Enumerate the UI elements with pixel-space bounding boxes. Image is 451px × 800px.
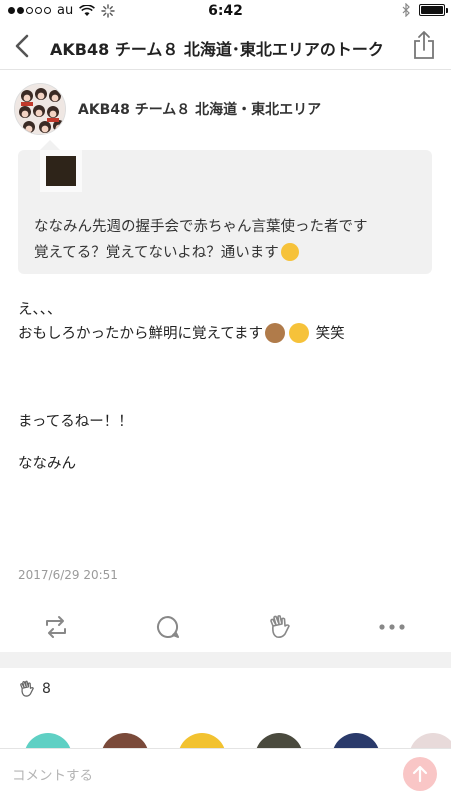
quote-tail: [40, 140, 60, 150]
quoted-message: ななみん先週の握手会で赤ちゃん言葉使った者です 覚えてる？覚えてないよね？通いま…: [18, 150, 432, 274]
reaction-count[interactable]: 8: [18, 680, 51, 698]
see-no-evil-monkey-emoji-icon: [265, 323, 286, 343]
clap-icon: [20, 680, 34, 697]
quote-line: 覚えてる？覚えてないよね？通います: [34, 240, 422, 266]
post-timestamp: 2017/6/29 20:51: [18, 568, 118, 582]
quote-text: ななみん先週の握手会で赤ちゃん言葉使った者です 覚えてる？覚えてないよね？通いま…: [34, 214, 422, 266]
quote-line: ななみん先週の握手会で赤ちゃん言葉使った者です: [34, 219, 368, 235]
more-icon: [379, 624, 405, 630]
share-icon: [414, 31, 434, 59]
body-line-text: おもしろかったから鮮明に覚えてます: [18, 326, 264, 342]
comment-icon: [157, 616, 179, 638]
comment-bar: コメントする: [0, 748, 451, 800]
send-button[interactable]: [403, 757, 437, 791]
share-button[interactable]: [411, 30, 437, 60]
post-header[interactable]: AKB48 チーム８ 北海道・東北エリア: [14, 82, 321, 136]
repost-button[interactable]: [42, 613, 70, 641]
body-line: ななみん: [18, 456, 76, 472]
action-bar: [0, 605, 451, 647]
bluetooth-icon: [402, 3, 410, 17]
author-name[interactable]: AKB48 チーム８ 北海道・東北エリア: [78, 99, 321, 119]
section-separator: [0, 652, 451, 668]
battery-icon: [419, 4, 448, 16]
group-photo-icon: [15, 84, 65, 134]
nav-bar: AKB48 チーム８ 北海道･東北エリアのトーク: [0, 22, 451, 70]
arrow-up-icon: [412, 765, 428, 783]
clap-icon: [270, 615, 290, 638]
kiss-face-emoji-icon: [280, 243, 299, 261]
clap-button[interactable]: [266, 613, 294, 641]
page-title: AKB48 チーム８ 北海道･東北エリアのトーク: [50, 40, 384, 59]
reaction-count-value: 8: [42, 681, 51, 697]
battery-fill: [421, 6, 443, 14]
repost-icon: [46, 616, 66, 638]
status-bar: au 6:42: [0, 0, 451, 22]
status-time: 6:42: [208, 3, 243, 19]
hugging-face-emoji-icon: [289, 323, 310, 343]
comment-button[interactable]: [154, 613, 182, 641]
body-line: まってるねー！！: [18, 414, 133, 430]
comment-input[interactable]: コメントする: [12, 764, 93, 784]
back-button[interactable]: [8, 32, 36, 60]
body-line: おもしろかったから鮮明に覚えてます 笑笑: [18, 322, 433, 346]
avatar[interactable]: [14, 83, 66, 135]
more-button[interactable]: [378, 613, 406, 641]
chevron-left-icon: [15, 34, 29, 58]
body-line-suffix: 笑笑: [315, 326, 345, 342]
quote-line-text: 覚えてる？覚えてないよね？通います: [34, 245, 279, 261]
status-right: [402, 3, 448, 17]
quote-thumbnail: [46, 156, 76, 186]
post-body: え、、、 おもしろかったから鮮明に覚えてます 笑笑 まってるねー！！ ななみん: [18, 298, 433, 476]
body-line: え、、、: [18, 302, 62, 318]
